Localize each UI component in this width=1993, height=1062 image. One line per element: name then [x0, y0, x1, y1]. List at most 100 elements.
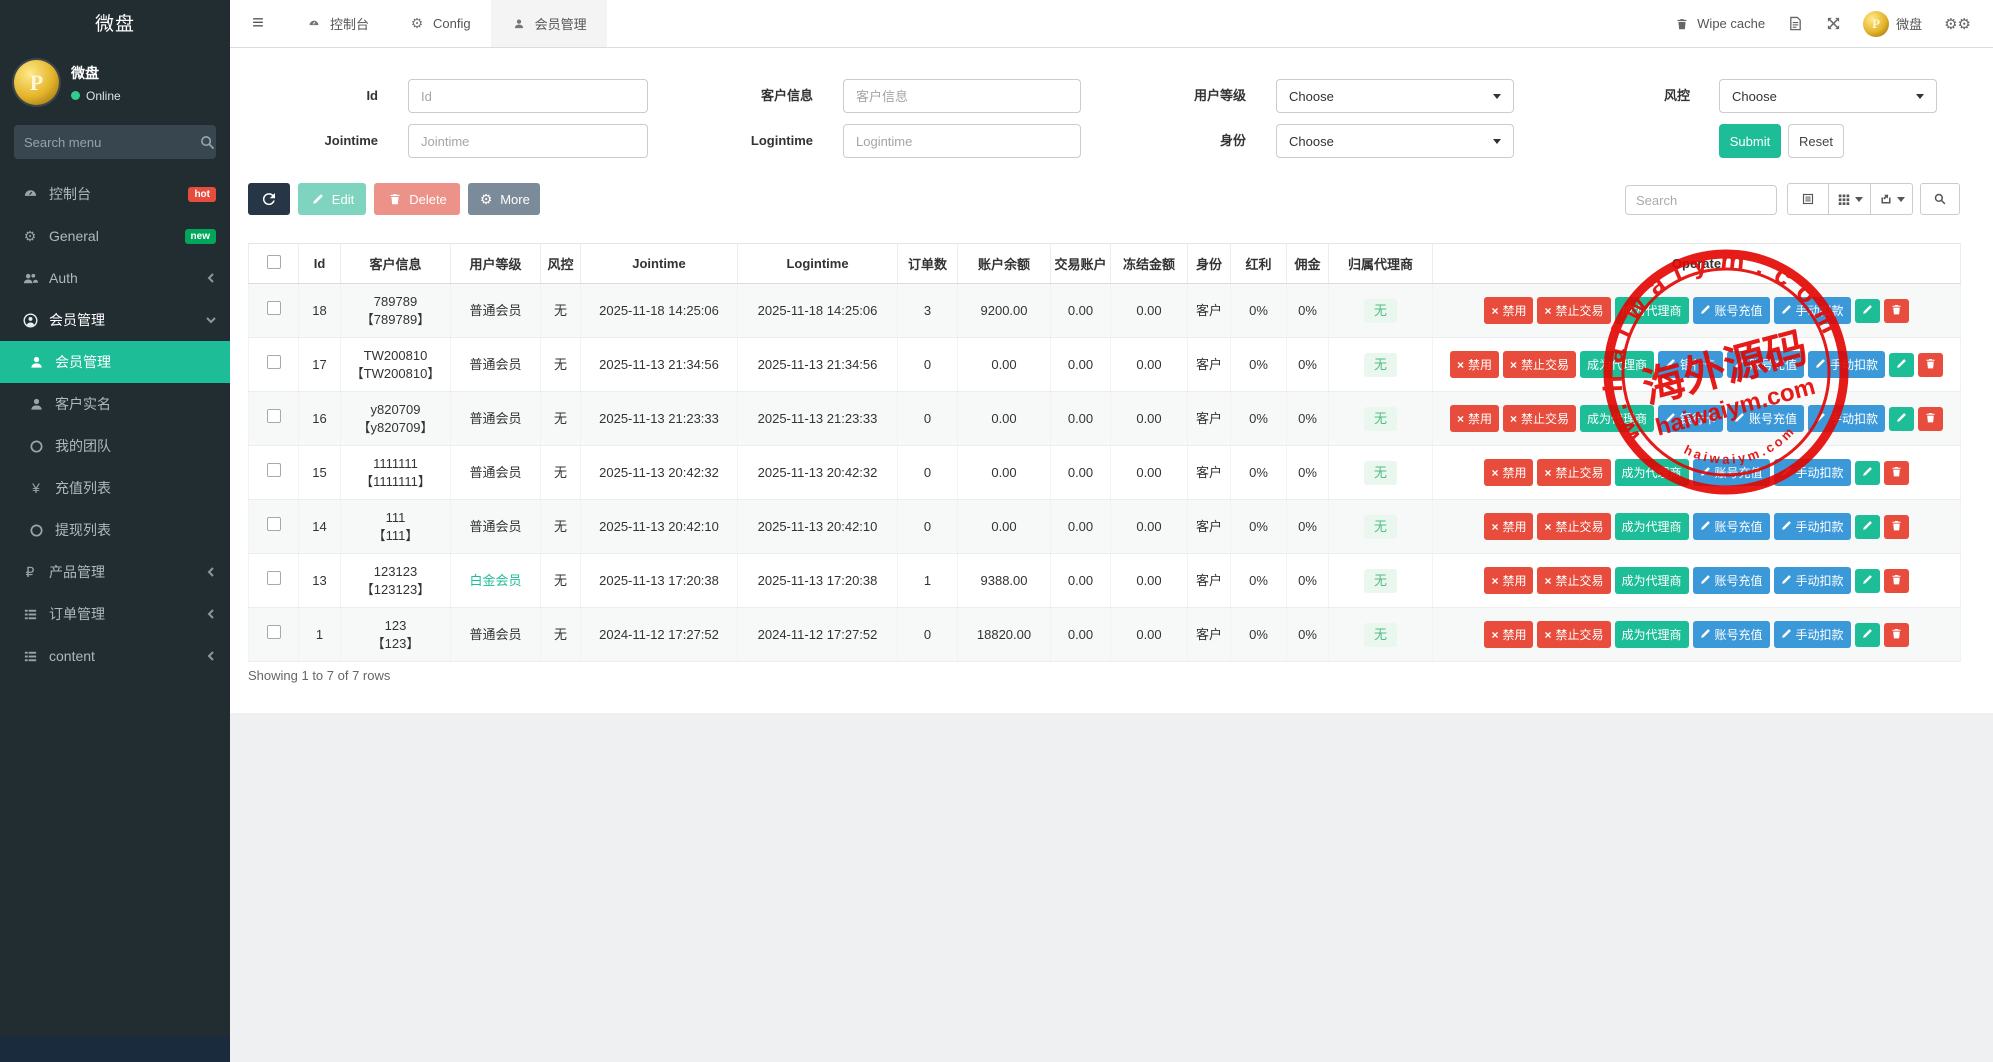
btn-ban-trade[interactable]: ×禁止交易 [1537, 621, 1610, 648]
row-checkbox[interactable] [267, 301, 281, 315]
btn-edit-row[interactable] [1889, 407, 1914, 431]
btn-deduct[interactable]: 手动扣款 [1808, 351, 1885, 378]
sidebar-search-input[interactable] [24, 135, 200, 150]
row-checkbox[interactable] [267, 463, 281, 477]
refresh-button[interactable] [248, 183, 290, 215]
btn-ban-trade[interactable]: ×禁止交易 [1503, 351, 1576, 378]
row-checkbox[interactable] [267, 625, 281, 639]
row-checkbox[interactable] [267, 517, 281, 531]
btn-disable[interactable]: ×禁用 [1484, 513, 1533, 540]
btn-delete-row[interactable] [1918, 353, 1943, 377]
btn-deduct[interactable]: 手动扣款 [1808, 405, 1885, 432]
row-checkbox[interactable] [267, 355, 281, 369]
btn-become-agent[interactable]: 成为代理商 [1615, 459, 1689, 486]
btn-disable[interactable]: ×禁用 [1484, 297, 1533, 324]
btn-recharge[interactable]: 账号充值 [1727, 351, 1804, 378]
filter-identity-select[interactable]: Choose [1276, 124, 1514, 158]
sidebar-item-member-management[interactable]: 会员管理 [0, 341, 230, 383]
btn-deduct[interactable]: 手动扣款 [1774, 513, 1851, 540]
btn-disable[interactable]: ×禁用 [1450, 405, 1499, 432]
delete-button[interactable]: Delete [374, 183, 460, 215]
btn-ban-trade[interactable]: ×禁止交易 [1537, 567, 1610, 594]
btn-become-agent[interactable]: 成为代理商 [1615, 513, 1689, 540]
settings-button[interactable]: ⚙⚙ [1944, 15, 1971, 33]
filter-jointime-input[interactable] [408, 124, 648, 158]
btn-become-agent[interactable]: 成为代理商 [1615, 621, 1689, 648]
fullscreen-button[interactable] [1825, 16, 1841, 32]
toggle-view-button[interactable] [1787, 183, 1829, 215]
sidebar-item-general[interactable]: ⚙ General new [0, 215, 230, 257]
btn-delete-row[interactable] [1884, 623, 1909, 647]
btn-become-agent[interactable]: 成为代理商 [1615, 297, 1689, 324]
sidebar-item-my-team[interactable]: 我的团队 [0, 425, 230, 467]
filter-id-input[interactable] [408, 79, 648, 113]
sidebar-item-withdraw-list[interactable]: 提现列表 [0, 509, 230, 551]
btn-recharge[interactable]: 账号充值 [1693, 513, 1770, 540]
btn-edit-row[interactable] [1855, 461, 1880, 485]
sidebar-item-dashboard[interactable]: 控制台 hot [0, 173, 230, 215]
btn-edit-row[interactable] [1855, 515, 1880, 539]
sidebar-item-customer-verify[interactable]: 客户实名 [0, 383, 230, 425]
sidebar-item-auth[interactable]: Auth [0, 257, 230, 299]
sidebar-search[interactable] [14, 125, 216, 159]
btn-delete-row[interactable] [1884, 515, 1909, 539]
sidebar-item-products[interactable]: ₽ 产品管理 [0, 551, 230, 593]
btn-disable[interactable]: ×禁用 [1484, 567, 1533, 594]
navbar-user[interactable]: P 微盘 [1863, 11, 1922, 37]
sidebar-item-recharge-list[interactable]: ¥ 充值列表 [0, 467, 230, 509]
btn-recharge[interactable]: 账号充值 [1693, 567, 1770, 594]
submit-button[interactable]: Submit [1719, 124, 1781, 158]
btn-ban-trade[interactable]: ×禁止交易 [1537, 459, 1610, 486]
more-button[interactable]: ⚙More [468, 183, 540, 215]
btn-edit-row[interactable] [1855, 569, 1880, 593]
filter-risk-select[interactable]: Choose [1719, 79, 1937, 113]
btn-bank-card[interactable]: 银行卡 [1658, 351, 1723, 378]
search-button[interactable] [1920, 183, 1960, 215]
tab-config[interactable]: ⚙ Config [389, 0, 491, 47]
reset-button[interactable]: Reset [1788, 124, 1844, 158]
btn-recharge[interactable]: 账号充值 [1693, 621, 1770, 648]
filter-level-select[interactable]: Choose [1276, 79, 1514, 113]
btn-delete-row[interactable] [1884, 461, 1909, 485]
btn-edit-row[interactable] [1889, 353, 1914, 377]
edit-button[interactable]: Edit [298, 183, 366, 215]
btn-edit-row[interactable] [1855, 299, 1880, 323]
select-all-checkbox[interactable] [267, 255, 281, 269]
row-checkbox[interactable] [267, 409, 281, 423]
btn-ban-trade[interactable]: ×禁止交易 [1537, 513, 1610, 540]
row-checkbox[interactable] [267, 571, 281, 585]
btn-ban-trade[interactable]: ×禁止交易 [1537, 297, 1610, 324]
columns-button[interactable] [1829, 183, 1871, 215]
btn-deduct[interactable]: 手动扣款 [1774, 459, 1851, 486]
sidebar-item-content[interactable]: content [0, 635, 230, 677]
sidebar-item-members-group[interactable]: 会员管理 [0, 299, 230, 341]
btn-become-agent[interactable]: 成为代理商 [1615, 567, 1689, 594]
btn-disable[interactable]: ×禁用 [1450, 351, 1499, 378]
hamburger-button[interactable]: ≡ [230, 0, 286, 47]
wipe-cache-button[interactable]: Wipe cache [1674, 16, 1765, 32]
filter-customer-input[interactable] [843, 79, 1081, 113]
btn-bank-card[interactable]: 银行卡 [1658, 405, 1723, 432]
btn-recharge[interactable]: 账号充值 [1693, 297, 1770, 324]
clear-log-button[interactable] [1787, 16, 1803, 32]
btn-recharge[interactable]: 账号充值 [1727, 405, 1804, 432]
btn-deduct[interactable]: 手动扣款 [1774, 567, 1851, 594]
btn-disable[interactable]: ×禁用 [1484, 621, 1533, 648]
table-search-input[interactable] [1625, 185, 1777, 215]
sidebar-item-orders[interactable]: 订单管理 [0, 593, 230, 635]
btn-deduct[interactable]: 手动扣款 [1774, 297, 1851, 324]
btn-become-agent[interactable]: 成为代理商 [1580, 351, 1654, 378]
btn-disable[interactable]: ×禁用 [1484, 459, 1533, 486]
btn-delete-row[interactable] [1918, 407, 1943, 431]
btn-become-agent[interactable]: 成为代理商 [1580, 405, 1654, 432]
export-button[interactable] [1871, 183, 1913, 215]
btn-delete-row[interactable] [1884, 569, 1909, 593]
btn-edit-row[interactable] [1855, 623, 1880, 647]
btn-deduct[interactable]: 手动扣款 [1774, 621, 1851, 648]
btn-ban-trade[interactable]: ×禁止交易 [1503, 405, 1576, 432]
filter-logintime-input[interactable] [843, 124, 1081, 158]
tab-dashboard[interactable]: 控制台 [286, 0, 389, 47]
btn-recharge[interactable]: 账号充值 [1693, 459, 1770, 486]
tab-member-management[interactable]: 会员管理 [491, 0, 607, 47]
btn-delete-row[interactable] [1884, 299, 1909, 323]
